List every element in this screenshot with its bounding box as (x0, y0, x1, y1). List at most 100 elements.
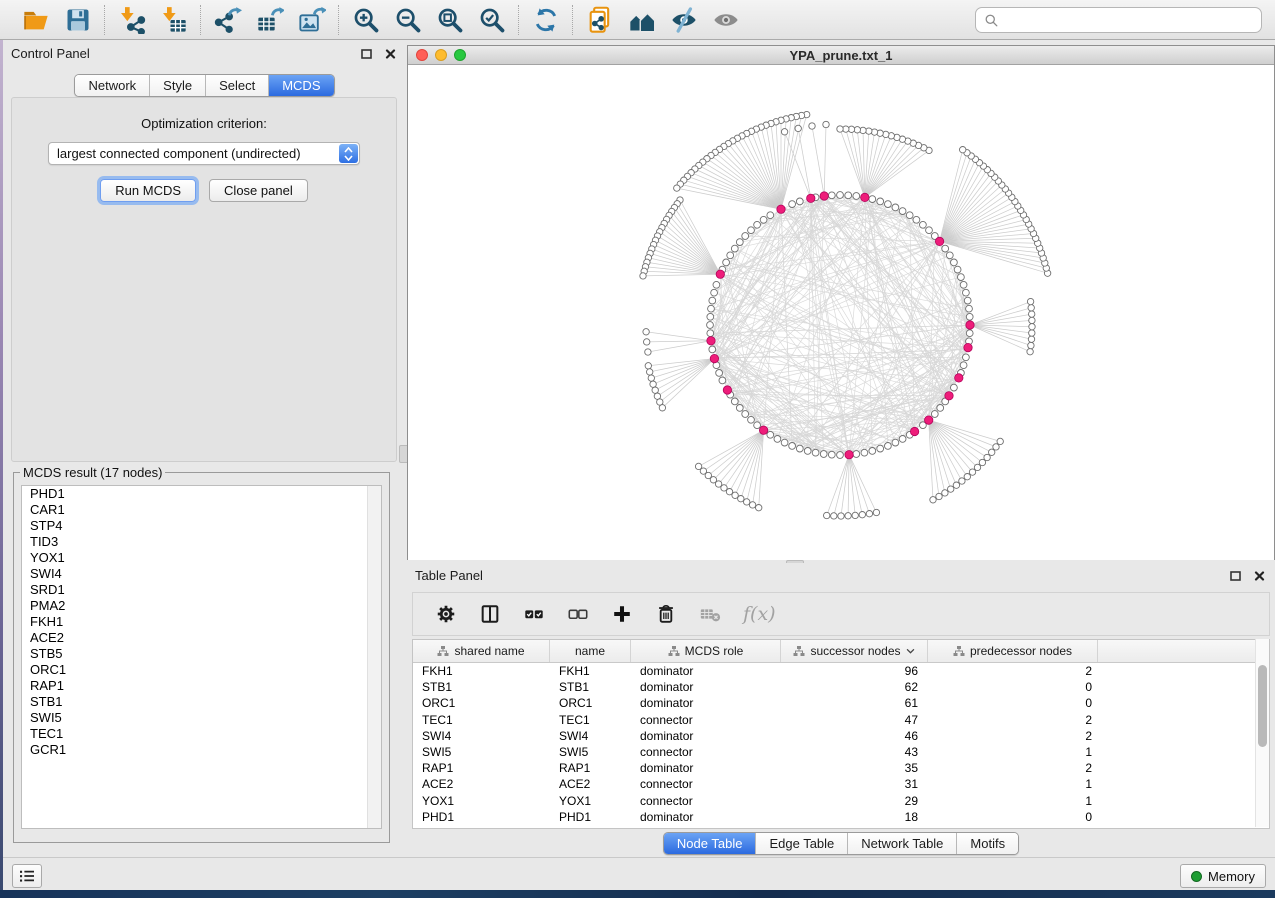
close-panel-icon[interactable] (383, 47, 398, 61)
attribute-icon (793, 646, 805, 657)
zoom-in-icon[interactable] (352, 6, 380, 34)
mcds-result-item[interactable]: STB1 (22, 694, 381, 710)
mcds-result-item[interactable]: TID3 (22, 534, 381, 550)
import-table-icon[interactable] (160, 6, 188, 34)
open-session-icon[interactable] (22, 6, 50, 34)
tab-node-table[interactable]: Node Table (664, 833, 757, 854)
mcds-list-scrollbar[interactable] (367, 486, 381, 828)
table-row[interactable]: STB1STB1 dominator62 0 (413, 679, 1269, 695)
mcds-result-item[interactable]: PHD1 (22, 486, 381, 502)
tab-motifs[interactable]: Motifs (957, 833, 1018, 854)
control-panel: Control Panel Network Style Select MCDS … (3, 41, 406, 857)
control-panel-header: Control Panel (3, 41, 406, 66)
settings-icon[interactable] (435, 603, 457, 625)
close-panel-button[interactable]: Close panel (209, 179, 308, 202)
zoom-selected-icon[interactable] (478, 6, 506, 34)
file-group (10, 6, 104, 34)
table-scrollbar-thumb[interactable] (1258, 665, 1267, 747)
refresh-icon[interactable] (532, 6, 560, 34)
column-header-name[interactable]: name (550, 640, 631, 662)
mcds-result-item[interactable]: ACE2 (22, 630, 381, 646)
tab-edge-table[interactable]: Edge Table (756, 833, 848, 854)
export-image-icon[interactable] (298, 6, 326, 34)
import-group (106, 6, 200, 34)
new-network-from-selection-icon[interactable] (586, 6, 614, 34)
mcds-result-list[interactable]: PHD1CAR1STP4TID3YOX1SWI4SRD1PMA2FKH1ACE2… (21, 485, 382, 829)
table-row[interactable]: ACE2ACE2 connector31 1 (413, 776, 1269, 792)
mcds-result-item[interactable]: SRD1 (22, 582, 381, 598)
application-window: Control Panel Network Style Select MCDS … (0, 0, 1275, 898)
mcds-result-item[interactable]: RAP1 (22, 678, 381, 694)
network-window-titlebar[interactable]: YPA_prune.txt_1 (408, 46, 1274, 65)
mcds-tab-content: Optimization criterion: largest connecte… (11, 97, 397, 462)
zoom-group (340, 6, 518, 34)
tab-mcds[interactable]: MCDS (269, 75, 333, 96)
export-table-icon[interactable] (256, 6, 284, 34)
status-bar: Memory (3, 857, 1275, 891)
table-row[interactable]: FKH1FKH1 dominator96 2 (413, 663, 1269, 679)
export-network-icon[interactable] (214, 6, 242, 34)
hide-selected-icon[interactable] (670, 6, 698, 34)
control-panel-tabbar: Network Style Select MCDS (74, 74, 334, 97)
control-panel-title: Control Panel (11, 46, 90, 61)
table-row[interactable]: TEC1TEC1 connector47 2 (413, 712, 1269, 728)
table-scrollbar[interactable] (1255, 639, 1269, 827)
show-all-icon[interactable] (712, 6, 740, 34)
mcds-result-item[interactable]: STP4 (22, 518, 381, 534)
table-row[interactable]: SWI4SWI4 dominator46 2 (413, 728, 1269, 744)
close-table-panel-icon[interactable] (1252, 569, 1267, 583)
mcds-result-item[interactable]: GCR1 (22, 742, 381, 758)
selection-group (574, 6, 752, 34)
delete-column-icon[interactable] (655, 603, 677, 625)
table-body: FKH1FKH1 dominator96 2 STB1STB1 dominato… (413, 663, 1269, 825)
first-neighbors-icon[interactable] (628, 6, 656, 34)
optimization-criterion-select[interactable]: largest connected component (undirected) (48, 142, 360, 165)
mcds-result-item[interactable]: FKH1 (22, 614, 381, 630)
table-tabbar: Node Table Edge Table Network Table Moti… (663, 832, 1019, 855)
import-network-icon[interactable] (118, 6, 146, 34)
tab-network[interactable]: Network (75, 75, 150, 96)
mcds-result-item[interactable]: ORC1 (22, 662, 381, 678)
zoom-fit-icon[interactable] (436, 6, 464, 34)
select-stepper-icon (339, 144, 358, 163)
select-all-icon[interactable] (523, 603, 545, 625)
column-header-successor-nodes[interactable]: successor nodes (781, 640, 928, 662)
table-row[interactable]: ORC1ORC1 dominator61 0 (413, 695, 1269, 711)
run-mcds-button[interactable]: Run MCDS (100, 179, 196, 202)
save-session-icon[interactable] (64, 6, 92, 34)
column-header-predecessor-nodes[interactable]: predecessor nodes (928, 640, 1098, 662)
memory-button[interactable]: Memory (1180, 864, 1266, 888)
delete-table-icon (699, 603, 721, 625)
add-column-icon[interactable] (611, 603, 633, 625)
mcds-result-item[interactable]: STB5 (22, 646, 381, 662)
mcds-result-item[interactable]: SWI4 (22, 566, 381, 582)
column-header-shared-name[interactable]: shared name (413, 640, 550, 662)
task-history-button[interactable] (12, 864, 42, 888)
table-row[interactable]: YOX1YOX1 connector29 1 (413, 793, 1269, 809)
search-box (975, 7, 1262, 33)
network-view-window: YPA_prune.txt_1 (407, 45, 1275, 560)
tab-select[interactable]: Select (206, 75, 269, 96)
tab-network-table[interactable]: Network Table (848, 833, 957, 854)
network-canvas[interactable] (408, 65, 1274, 560)
deselect-all-icon[interactable] (567, 603, 589, 625)
mcds-result-item[interactable]: CAR1 (22, 502, 381, 518)
float-table-panel-icon[interactable] (1228, 569, 1243, 583)
table-row[interactable]: SWI5SWI5 connector43 1 (413, 744, 1269, 760)
export-group (202, 6, 338, 34)
mcds-result-item[interactable]: TEC1 (22, 726, 381, 742)
mcds-result-item[interactable]: SWI5 (22, 710, 381, 726)
table-row[interactable]: PHD1PHD1 dominator18 0 (413, 809, 1269, 825)
optimization-criterion-value: largest connected component (undirected) (49, 146, 339, 161)
column-layout-icon[interactable] (479, 603, 501, 625)
search-input[interactable] (1005, 9, 1261, 31)
memory-status-icon (1191, 871, 1202, 882)
mcds-result-item[interactable]: YOX1 (22, 550, 381, 566)
table-row[interactable]: RAP1RAP1 dominator35 2 (413, 760, 1269, 776)
mcds-result-item[interactable]: PMA2 (22, 598, 381, 614)
column-header-mcds-role[interactable]: MCDS role (631, 640, 781, 662)
network-graph[interactable] (408, 65, 1274, 560)
zoom-out-icon[interactable] (394, 6, 422, 34)
tab-style[interactable]: Style (150, 75, 206, 96)
float-panel-icon[interactable] (359, 47, 374, 61)
